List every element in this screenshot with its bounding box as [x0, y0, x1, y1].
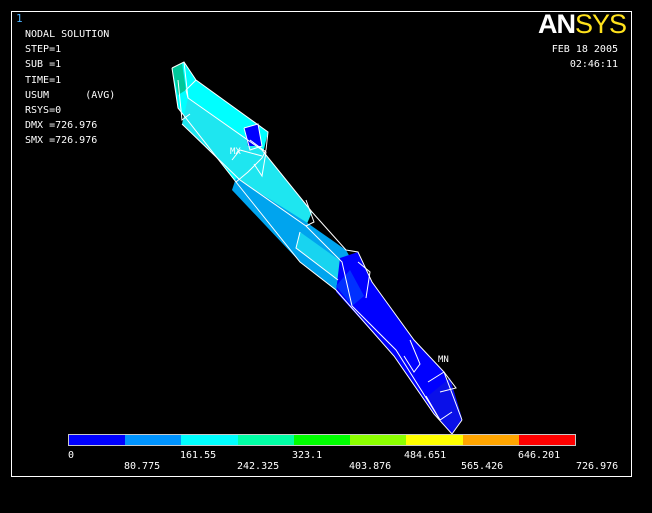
legend-label-565: 565.426 [461, 461, 504, 472]
legend-label-403: 403.876 [349, 461, 392, 472]
legend-swatch-6 [406, 435, 463, 445]
max-marker: MX [230, 147, 241, 157]
legend-label-484: 484.651 [404, 450, 447, 461]
legend-swatch-8 [518, 435, 575, 445]
legend-swatch-5 [350, 435, 407, 445]
legend-swatch-1 [125, 435, 182, 445]
legend-swatch-7 [462, 435, 519, 445]
legend-swatch-0 [69, 435, 126, 445]
min-marker: MN [438, 355, 449, 365]
legend-label-242: 242.325 [237, 461, 280, 472]
legend-label-161: 161.55 [180, 450, 217, 461]
fe-model-plot: MX MN [171, 61, 463, 435]
legend-label-0: 0 [68, 450, 75, 461]
legend-label-323: 323.1 [292, 450, 323, 461]
legend-swatch-2 [181, 435, 238, 445]
legend-label-646: 646.201 [518, 450, 561, 461]
legend-swatch-4 [293, 435, 351, 445]
legend-label-726: 726.976 [576, 461, 619, 472]
contour-legend-bar [68, 434, 576, 446]
legend-swatch-3 [237, 435, 294, 445]
legend-label-80: 80.775 [124, 461, 161, 472]
